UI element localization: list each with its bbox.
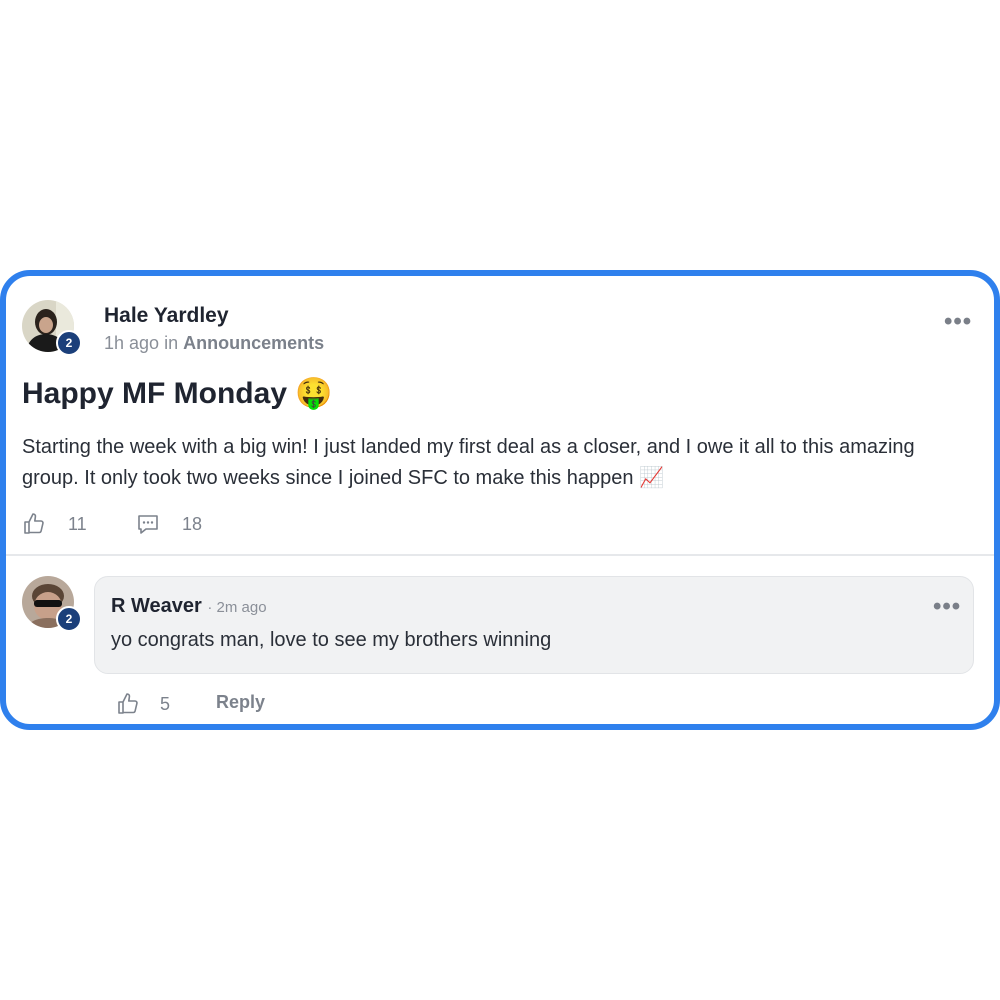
post-header: 2 Hale Yardley 1h ago in Announcements •… xyxy=(22,300,982,356)
divider xyxy=(6,554,994,556)
post-body: Starting the week with a big win! I just… xyxy=(22,436,915,489)
comment-author[interactable]: R Weaver xyxy=(111,595,202,617)
comment-actions: 5 Reply xyxy=(116,692,416,720)
post-meta-in: in xyxy=(164,333,179,353)
reply-button[interactable]: Reply xyxy=(216,692,265,713)
comment-text: yo congrats man, love to see my brothers… xyxy=(111,629,552,651)
comment-header: R Weaver · 2m ago xyxy=(111,595,267,618)
like-button[interactable]: 11 xyxy=(22,512,87,536)
post-title: Happy MF Monday 🤑 xyxy=(22,376,333,411)
comment-bubble-icon xyxy=(138,515,158,534)
comment-bubble: R Weaver · 2m ago ••• yo congrats man, l… xyxy=(94,576,974,674)
comment-like-count: 5 xyxy=(160,693,171,714)
post-meta: 1h ago in Announcements xyxy=(104,333,324,354)
reply-label: Reply xyxy=(216,692,266,712)
comment-button[interactable]: 18 xyxy=(136,512,202,536)
comment-count: 18 xyxy=(182,513,203,534)
post-title-text: Happy MF Monday xyxy=(22,377,288,410)
money-face-emoji-icon: 🤑 xyxy=(295,377,333,410)
post-card: 2 Hale Yardley 1h ago in Announcements •… xyxy=(0,270,1000,730)
commenter-level-badge: 2 xyxy=(56,606,82,632)
comment-like-button[interactable]: 5 xyxy=(116,692,170,716)
thumbs-up-icon xyxy=(118,693,138,714)
post-time: 1h ago xyxy=(104,333,160,353)
thumbs-up-icon xyxy=(24,513,44,534)
author-name[interactable]: Hale Yardley xyxy=(104,304,229,328)
post-more-options-icon[interactable]: ••• xyxy=(944,310,972,334)
like-count: 11 xyxy=(68,513,87,534)
level-badge: 2 xyxy=(56,330,82,356)
comment-more-options-icon[interactable]: ••• xyxy=(933,595,961,619)
post-category[interactable]: Announcements xyxy=(183,333,324,353)
post-actions: 11 18 xyxy=(22,512,422,542)
comment-time: · 2m ago xyxy=(207,599,267,616)
